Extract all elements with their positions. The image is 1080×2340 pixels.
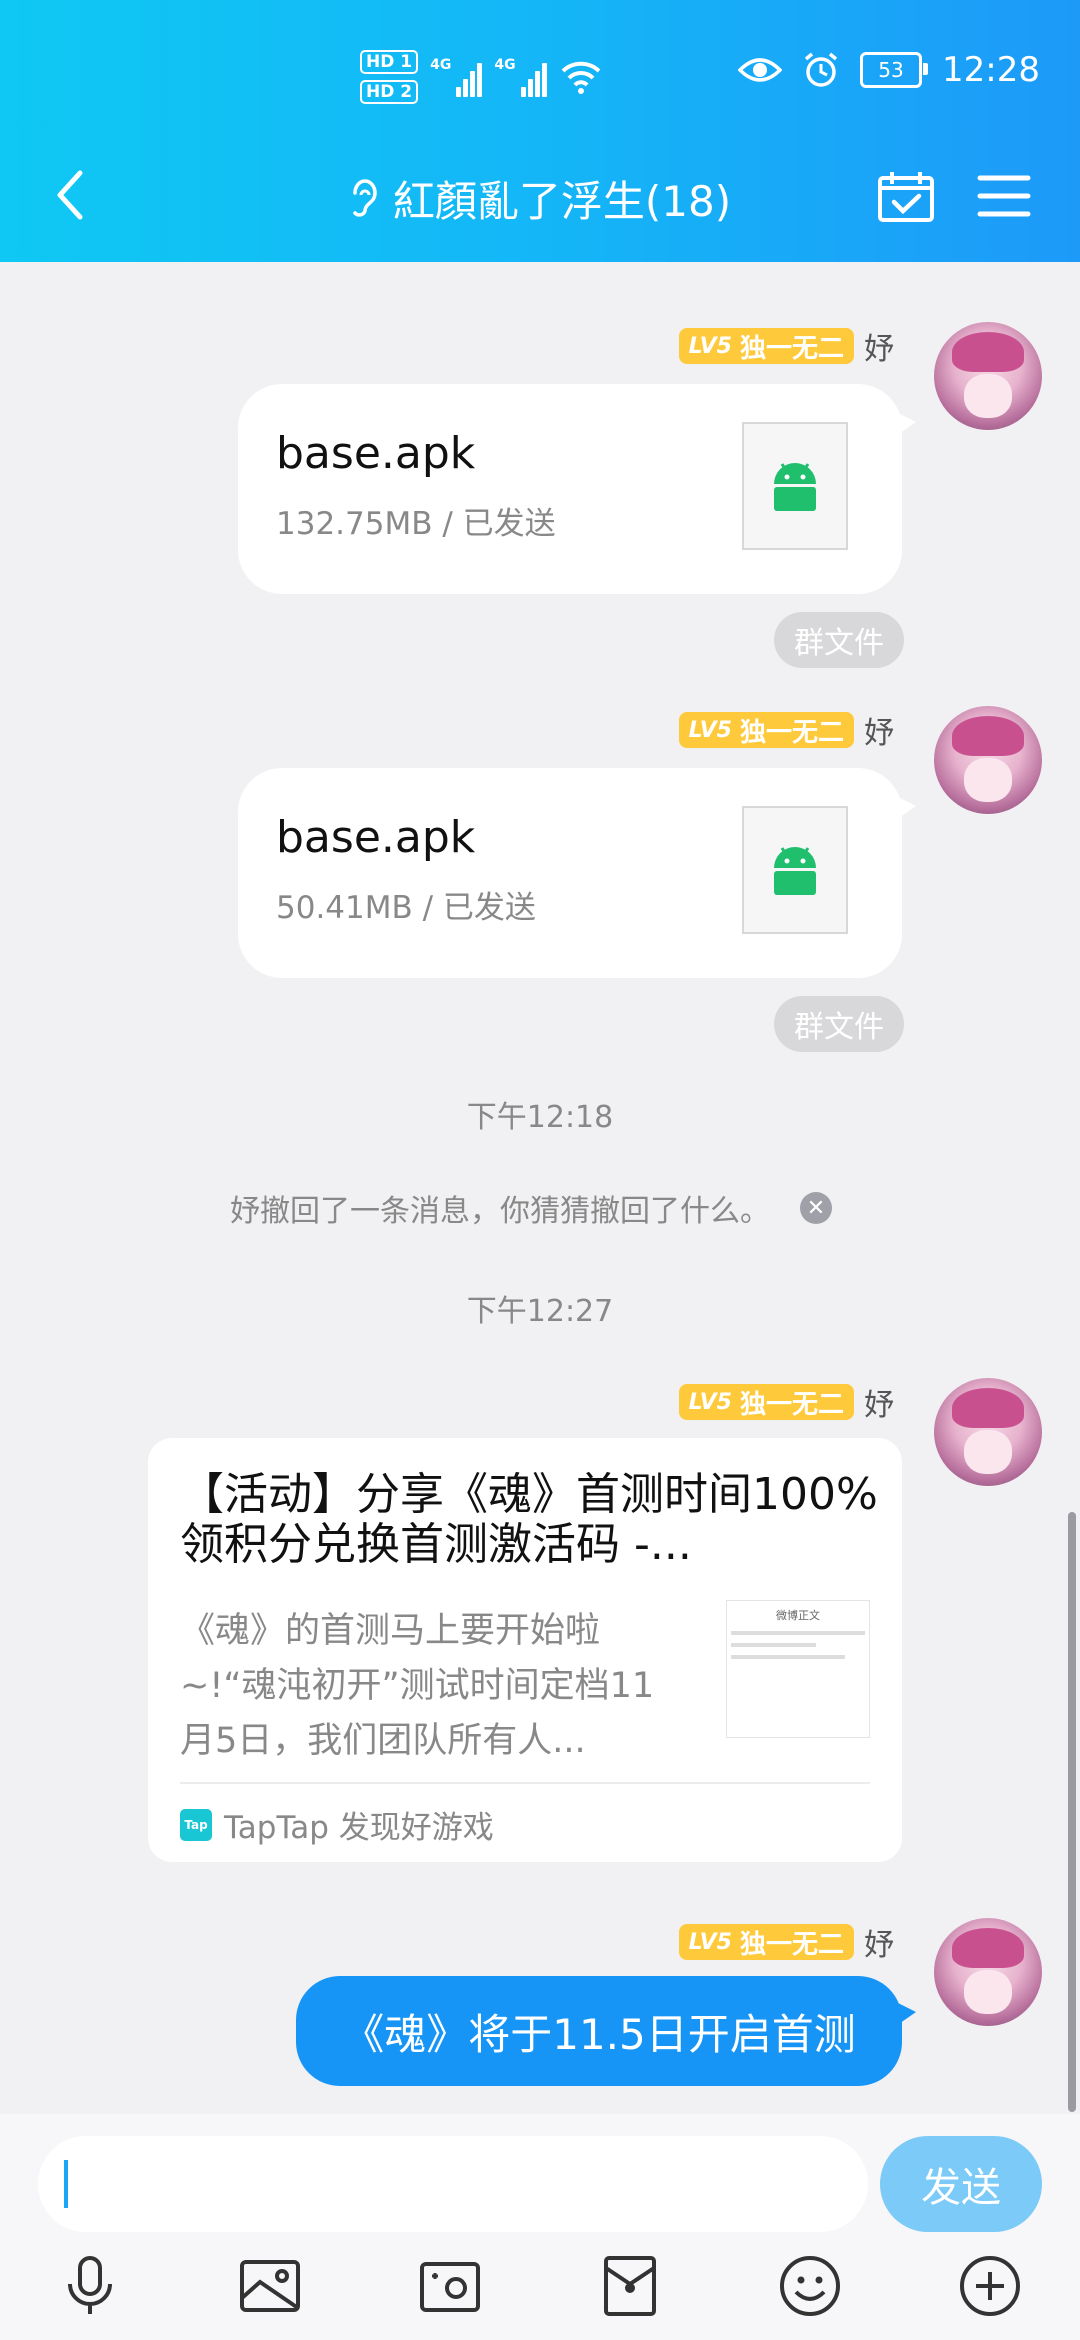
status-right: 53 12:28 [738, 50, 1040, 90]
wifi-icon [561, 61, 600, 94]
signal-group: HD 1 HD 2 4G 4G [360, 50, 603, 104]
signal-icon-sim1: 4G [430, 57, 483, 97]
card-thumbnail: 微博正文 [726, 1600, 870, 1738]
group-name: 紅顏亂了浮生(18) [392, 177, 732, 226]
send-button[interactable]: 发送 [880, 2136, 1042, 2232]
level-badge: LV5 独一无二 [678, 712, 854, 748]
camera-icon[interactable] [418, 2254, 482, 2318]
file-meta: 50.41MB / 已发送 [276, 890, 536, 926]
status-bar: HD 1 HD 2 4G 4G 53 12:28 [0, 0, 1080, 150]
recall-text: 妤撤回了一条消息，你猜猜撤回了什么。 [230, 1194, 770, 1229]
file-meta: 132.75MB / 已发送 [276, 506, 556, 542]
image-icon[interactable] [238, 2254, 302, 2318]
hd1-badge: HD 1 [360, 50, 419, 74]
menu-icon[interactable] [976, 172, 1032, 220]
taptap-logo-icon: Tap [180, 1808, 212, 1841]
text-caret [64, 2160, 68, 2208]
file-message[interactable]: base.apk 50.41MB / 已发送 [238, 768, 916, 978]
file-name: base.apk [276, 812, 476, 863]
level-badge: LV5 独一无二 [678, 1384, 854, 1420]
close-icon[interactable]: ✕ [800, 1192, 832, 1224]
android-apk-icon [742, 806, 848, 934]
message-list[interactable]: LV5 独一无二 妤 base.apk 132.75MB / 已发送 群文件 LV… [0, 262, 1080, 2114]
red-packet-icon[interactable] [598, 2254, 662, 2318]
sender-name: 妤 [864, 332, 894, 367]
sender-tag: LV5 独一无二 妤 [678, 708, 894, 752]
alarm-icon [804, 52, 838, 87]
sender-tag: LV5 独一无二 妤 [678, 1380, 894, 1424]
group-file-badge[interactable]: 群文件 [774, 996, 904, 1052]
text-message[interactable]: 《魂》将于11.5日开启首测 [296, 1976, 916, 2086]
file-message[interactable]: base.apk 132.75MB / 已发送 [238, 384, 916, 594]
timestamp: 下午12:27 [466, 1294, 614, 1329]
emoji-icon[interactable] [778, 2254, 842, 2318]
group-file-badge[interactable]: 群文件 [774, 612, 904, 668]
hd2-badge: HD 2 [360, 80, 419, 104]
sender-name: 妤 [864, 716, 894, 751]
avatar[interactable] [934, 1378, 1042, 1486]
eye-icon [738, 58, 783, 82]
level-badge: LV5 独一无二 [678, 1924, 854, 1960]
input-bar: 发送 [0, 2114, 1080, 2340]
avatar[interactable] [934, 1918, 1042, 2026]
card-source-text: TapTap 发现好游戏 [224, 1810, 494, 1846]
scrollbar[interactable] [1068, 1512, 1076, 2112]
plus-icon[interactable] [958, 2254, 1022, 2318]
card-source: Tap TapTap 发现好游戏 [180, 1802, 494, 1847]
message-input[interactable] [38, 2136, 868, 2232]
status-time: 12:28 [942, 50, 1040, 90]
android-apk-icon [742, 422, 848, 550]
sender-name: 妤 [864, 1928, 894, 1963]
avatar[interactable] [934, 322, 1042, 430]
sender-tag: LV5 独一无二 妤 [678, 1920, 894, 1964]
avatar[interactable] [934, 706, 1042, 814]
calendar-check-icon[interactable] [876, 168, 936, 224]
sender-name: 妤 [864, 1388, 894, 1423]
ear-icon[interactable] [349, 177, 379, 221]
chat-header: HD 1 HD 2 4G 4G 53 12:28 紅顏亂了浮生(18) [0, 0, 1080, 262]
link-card[interactable]: 【活动】分享《魂》首测时间100%领积分兑换首测激活码 -... 《魂》的首测马… [148, 1438, 902, 1862]
timestamp: 下午12:18 [466, 1100, 614, 1135]
microphone-icon[interactable] [58, 2254, 122, 2318]
recall-notice: 妤撤回了一条消息，你猜猜撤回了什么。 ✕ [230, 1186, 832, 1230]
signal-icon-sim2: 4G [494, 57, 547, 97]
card-divider [180, 1782, 870, 1784]
level-badge: LV5 独一无二 [678, 328, 854, 364]
battery-icon: 53 [860, 52, 929, 88]
file-name: base.apk [276, 428, 476, 479]
message-text: 《魂》将于11.5日开启首测 [342, 2009, 856, 2059]
card-title: 【活动】分享《魂》首测时间100%领积分兑换首测激活码 -... [180, 1469, 878, 1570]
card-description: 《魂》的首测马上要开始啦~!“魂沌初开”测试时间定档11月5日，我们团队所有人.… [180, 1611, 655, 1761]
sender-tag: LV5 独一无二 妤 [678, 324, 894, 368]
